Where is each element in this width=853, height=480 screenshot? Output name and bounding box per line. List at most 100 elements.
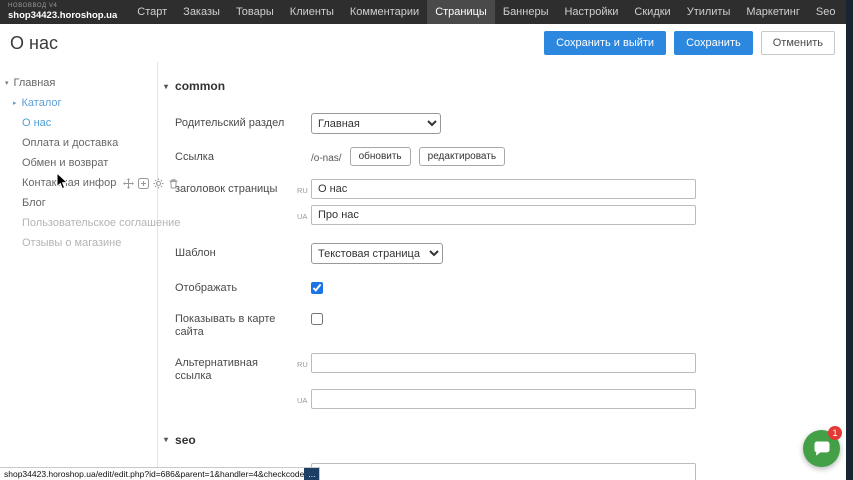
field-label: заголовок страницы: [175, 179, 297, 196]
page-scrollbar[interactable]: [846, 0, 853, 480]
tree-item-label: Отзывы о магазине: [22, 237, 121, 249]
collapse-arrow-icon[interactable]: ▾: [5, 79, 9, 87]
menu-item-products[interactable]: Товары: [228, 0, 282, 24]
tree-item-blog[interactable]: Блог: [0, 193, 157, 213]
alt-link-ua-row: UA: [175, 389, 853, 409]
lang-tag-ru: RU: [297, 353, 311, 369]
edit-link-button[interactable]: редактировать: [419, 147, 505, 166]
menu-item-start[interactable]: Старт: [129, 0, 175, 24]
template-row: Шаблон Текстовая страница: [175, 243, 853, 264]
page-title-ru-row: заголовок страницы RU: [175, 179, 853, 199]
tree-item-label: Блог: [22, 197, 46, 209]
tree-item-label: О нас: [22, 117, 51, 129]
page-edit-form: ▾ common Родительский раздел Главная Ссы…: [158, 62, 853, 480]
save-and-exit-button[interactable]: Сохранить и выйти: [544, 31, 666, 55]
add-subpage-icon[interactable]: [138, 178, 149, 189]
tree-item-about[interactable]: О нас: [0, 113, 157, 133]
update-link-button[interactable]: обновить: [350, 147, 411, 166]
chat-unread-badge: 1: [828, 426, 842, 440]
page-title-ua-row: UA: [175, 205, 853, 225]
link-value: /o-nas/: [311, 147, 342, 164]
save-button[interactable]: Сохранить: [674, 31, 753, 55]
section-collapse-icon: ▾: [164, 82, 168, 91]
tree-item-label: Главная: [14, 77, 56, 89]
display-checkbox[interactable]: [311, 282, 323, 294]
parent-section-row: Родительский раздел Главная: [175, 113, 853, 134]
lang-spacer: [297, 278, 311, 285]
page-header: О нас Сохранить и выйти Сохранить Отмени…: [0, 24, 853, 62]
main-menu: Старт Заказы Товары Клиенты Комментарии …: [129, 0, 853, 24]
lang-spacer: [297, 147, 311, 154]
field-label: Показывать в карте сайта: [175, 309, 297, 339]
template-select[interactable]: Текстовая страница: [311, 243, 443, 264]
tree-item-exchange-return[interactable]: Обмен и возврат: [0, 153, 157, 173]
page-title-ru-input[interactable]: [311, 179, 696, 199]
html-title-ru-input[interactable]: [311, 463, 696, 480]
lang-spacer: [297, 113, 311, 120]
tree-item-catalog[interactable]: ▸ Каталог: [0, 93, 157, 113]
parent-section-select[interactable]: Главная: [311, 113, 441, 134]
status-url-tail: ...: [304, 468, 319, 480]
browser-status-url: shop34423.horoshop.ua/edit/edit.php?id=6…: [0, 467, 320, 480]
lang-spacer: [297, 243, 311, 250]
menu-item-pages[interactable]: Страницы: [427, 0, 495, 24]
field-label: Альтернативная ссылка: [175, 353, 297, 383]
chat-bubble-icon: [812, 439, 832, 459]
tree-item-home[interactable]: ▾ Главная: [0, 73, 157, 93]
tree-item-label: Контактная инфор: [22, 177, 116, 189]
lang-tag-ua: UA: [297, 389, 311, 405]
tree-item-store-reviews[interactable]: Отзывы о магазине: [0, 233, 157, 253]
support-chat-button[interactable]: 1: [803, 430, 840, 467]
field-label: Ссылка: [175, 147, 297, 164]
tree-item-label: Пользовательское соглашение: [22, 217, 180, 229]
menu-item-settings[interactable]: Настройки: [556, 0, 626, 24]
section-title: seo: [175, 433, 196, 447]
brand-version: НОВОВВОД V4: [8, 3, 117, 9]
alt-link-ua-input[interactable]: [311, 389, 696, 409]
field-label: Шаблон: [175, 243, 297, 260]
sitemap-checkbox[interactable]: [311, 313, 323, 325]
menu-item-comments[interactable]: Комментарии: [342, 0, 427, 24]
menu-item-utilities[interactable]: Утилиты: [679, 0, 739, 24]
menu-item-marketing[interactable]: Маркетинг: [738, 0, 807, 24]
tree-item-contact-info[interactable]: Контактная инфор: [0, 173, 157, 193]
menu-item-seo[interactable]: Seo: [808, 0, 844, 24]
display-row: Отображать: [175, 278, 853, 295]
tree-item-label: Каталог: [22, 97, 62, 109]
menu-item-orders[interactable]: Заказы: [175, 0, 228, 24]
lang-spacer: [297, 309, 311, 316]
topbar: НОВОВВОД V4 shop34423.horoshop.ua Старт …: [0, 0, 853, 24]
tree-item-label: Оплата и доставка: [22, 137, 118, 149]
tree-item-user-agreement[interactable]: Пользовательское соглашение: [0, 213, 157, 233]
header-buttons: Сохранить и выйти Сохранить Отменить: [544, 31, 843, 55]
section-seo[interactable]: ▾ seo: [164, 433, 853, 447]
lang-tag-ru: RU: [297, 179, 311, 195]
lang-tag-ua: UA: [297, 205, 311, 221]
cancel-button[interactable]: Отменить: [761, 31, 835, 55]
move-icon[interactable]: [123, 178, 134, 189]
alt-link-ru-input[interactable]: [311, 353, 696, 373]
page-title: О нас: [10, 33, 58, 54]
menu-item-discounts[interactable]: Скидки: [626, 0, 678, 24]
section-title: common: [175, 79, 225, 93]
content-area: ▾ Главная ▸ Каталог О нас Оплата и доста…: [0, 62, 853, 480]
link-row: Ссылка /o-nas/ обновить редактировать: [175, 147, 853, 166]
brand-logo[interactable]: НОВОВВОД V4 shop34423.horoshop.ua: [0, 3, 129, 21]
section-common[interactable]: ▾ common: [164, 79, 853, 93]
field-label: [175, 205, 297, 209]
expand-arrow-icon[interactable]: ▸: [13, 99, 17, 107]
menu-item-clients[interactable]: Клиенты: [282, 0, 342, 24]
page-title-ua-input[interactable]: [311, 205, 696, 225]
alt-link-ru-row: Альтернативная ссылка RU: [175, 353, 853, 383]
tree-item-label: Обмен и возврат: [22, 157, 108, 169]
status-url-text: shop34423.horoshop.ua/edit/edit.php?id=6…: [4, 469, 304, 479]
pages-tree-sidebar: ▾ Главная ▸ Каталог О нас Оплата и доста…: [0, 62, 158, 480]
section-collapse-icon: ▾: [164, 435, 168, 444]
tree-item-payment-delivery[interactable]: Оплата и доставка: [0, 133, 157, 153]
field-label: Отображать: [175, 278, 297, 295]
sitemap-row: Показывать в карте сайта: [175, 309, 853, 339]
field-label: [175, 389, 297, 393]
brand-domain: shop34423.horoshop.ua: [8, 11, 117, 21]
menu-item-banners[interactable]: Баннеры: [495, 0, 557, 24]
field-label: Родительский раздел: [175, 113, 297, 130]
